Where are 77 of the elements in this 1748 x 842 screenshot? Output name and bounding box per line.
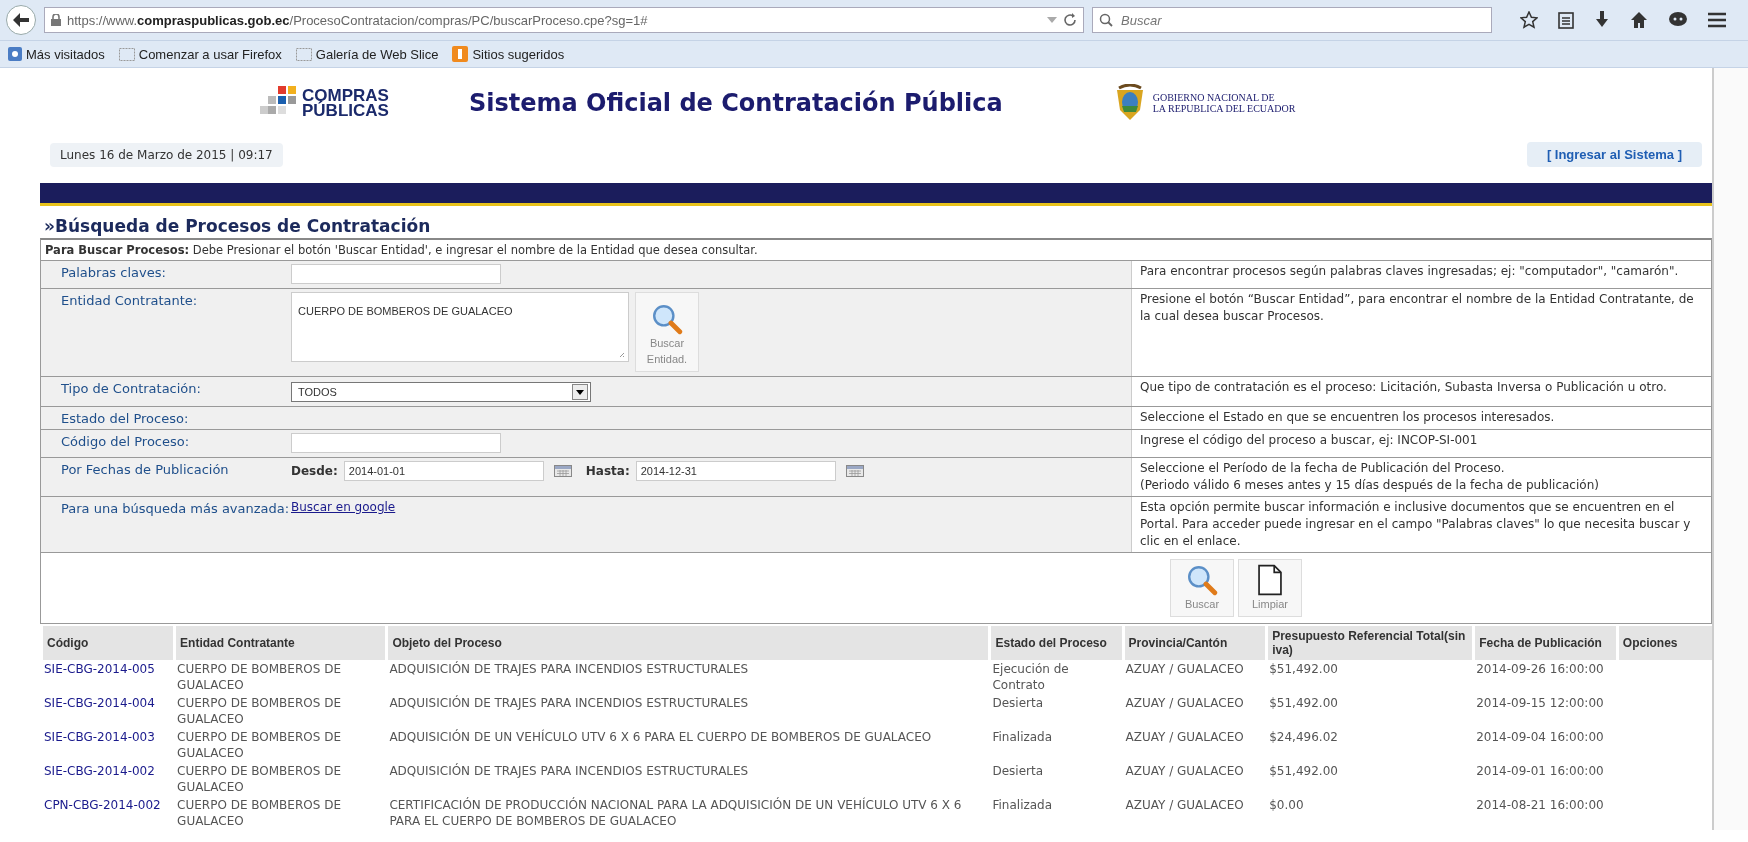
process-code-link[interactable]: SIE-CBG-2014-003 [44, 730, 155, 744]
help-text: Presione el botón “Buscar Entidad”, para encontrar el nombre de la Entidad Contratante, de la cual desea buscar Procesos. [1131, 289, 1711, 376]
field-label: Código del Proceso: [60, 433, 191, 451]
government-text: GOBIERNO NACIONAL DE [1152, 92, 1276, 103]
from-label: Desde: [291, 464, 338, 478]
google-search-link[interactable]: Buscar en google [291, 500, 396, 514]
instructions-text: Para Buscar Procesos: Debe Presionar el botón 'Buscar Entidad', e ingresar el nombre de la Entidad que desea consultar. [41, 240, 1711, 261]
table-cell: Desierta [992, 764, 1044, 778]
table-cell: AZUAY / GUALACEO [1125, 798, 1244, 812]
table-cell: $51,492.00 [1269, 662, 1338, 676]
column-header: Presupuesto Referencial Total(sin iva) [1265, 626, 1473, 660]
table-cell: AZUAY / GUALACEO [1125, 730, 1244, 744]
table-cell: ADQUISICIÓN DE TRAJES PARA INCENDIOS ESTRUCTURALES [389, 696, 749, 710]
table-cell: ADQUISICIÓN DE TRAJES PARA INCENDIOS ESTRUCTURALES [389, 662, 749, 676]
column-header: Estado del Proceso [988, 626, 1122, 660]
column-header: Entidad Contratante [173, 626, 386, 660]
column-header: Fecha de Publicación [1472, 626, 1616, 660]
field-label: Por Fechas de Publicación [60, 461, 230, 479]
column-header: Código [40, 626, 174, 660]
table-cell: $24,496.02 [1269, 730, 1338, 744]
field-label: Estado del Proceso: [60, 410, 190, 428]
government-text: LA REPUBLICA DEL ECUADOR [1152, 103, 1296, 114]
table-cell: AZUAY / GUALACEO [1125, 662, 1244, 676]
bookmark-item[interactable]: Sitios sugeridos [452, 46, 565, 62]
process-code-link[interactable]: SIE-CBG-2014-004 [44, 696, 155, 710]
table-cell: Desierta [992, 696, 1044, 710]
address-bar[interactable]: https://www.compraspublicas.gob.ec/ProcesoContratacion/compras/PC/buscarProceso.cpe?sg=1# [44, 7, 1084, 33]
field-label: Palabras claves: [60, 264, 167, 282]
date-field[interactable]: 2014-12-31 [635, 461, 836, 481]
table-cell: Finalizada [992, 798, 1053, 812]
search-field[interactable]: Buscar [1092, 7, 1492, 33]
table-cell: $51,492.00 [1269, 764, 1338, 778]
table-cell: CERTIFICACIÓN DE PRODUCCIÓN NACIONAL PARA LA ADQUISICIÓN DE UN VEHÍCULO UTV 6 X 6 PARA EL CUERPO DE BOMBEROS DE GUALACEO [389, 798, 962, 828]
table-cell: AZUAY / GUALACEO [1125, 696, 1244, 710]
help-text: Seleccione el Período de la fecha de Publicación del Proceso. (Periodo válido 6 meses antes y 15 días después de la fecha de publicación) [1131, 458, 1711, 496]
process-code-link[interactable]: CPN-CBG-2014-002 [44, 798, 161, 812]
to-label: Hasta: [585, 464, 630, 478]
date-field[interactable]: 2014-01-01 [343, 461, 544, 481]
field-label: Tipo de Contratación: [60, 380, 202, 398]
text-area[interactable]: CUERPO DE BOMBEROS DE GUALACEO [291, 292, 629, 362]
section-title: »Búsqueda de Procesos de Contratación [44, 216, 432, 238]
table-cell: CUERPO DE BOMBEROS DE GUALACEO [177, 798, 341, 828]
process-code-link[interactable]: SIE-CBG-2014-005 [44, 662, 155, 676]
table-cell: Ejecución de Contrato [992, 662, 1069, 692]
help-text: Ingrese el código del proceso a buscar, ej: INCOP-SI-001 [1131, 430, 1711, 457]
table-cell: CUERPO DE BOMBEROS DE GUALACEO [177, 662, 341, 692]
login-link[interactable]: [ Ingresar al Sistema ] [1526, 142, 1702, 167]
help-text: Esta opción permite buscar información e inclusive documentos que se encuentren en el Portal. Para acceder puede ingresar en el campo "Palabras claves" lo que necesita buscar y clic en el enlace. [1131, 497, 1711, 552]
table-cell: CUERPO DE BOMBEROS DE GUALACEO [177, 696, 341, 726]
table-cell: Finalizada [992, 730, 1053, 744]
table-cell: $0.00 [1269, 798, 1304, 812]
table-cell: 2014-09-01 16:00:00 [1476, 764, 1604, 778]
table-cell: ADQUISICIÓN DE UN VEHÍCULO UTV 6 X 6 PARA EL CUERPO DE BOMBEROS DE GUALACEO [389, 730, 932, 744]
table-cell: 2014-08-21 16:00:00 [1476, 798, 1604, 812]
bookmark-item[interactable]: Comenzar a usar Firefox [118, 46, 282, 62]
process-code-link[interactable]: SIE-CBG-2014-002 [44, 764, 155, 778]
date-time: Lunes 16 de Marzo de 2015 | 09:17 [50, 142, 283, 167]
type-dropdown[interactable]: TODOS [291, 382, 591, 402]
bookmark-item[interactable]: Más visitados [8, 46, 105, 62]
column-header: Objeto del Proceso [385, 626, 989, 660]
help-text: Que tipo de contratación es el proceso: Licitación, Subasta Inversa o Publicación u otro. [1131, 377, 1711, 406]
table-cell: 2014-09-04 16:00:00 [1476, 730, 1604, 744]
help-text: Para encontrar procesos según palabras claves ingresadas; ej: "computador", "camarón". [1131, 261, 1711, 288]
table-cell: CUERPO DE BOMBEROS DE GUALACEO [177, 730, 341, 760]
field-label: Entidad Contratante: [60, 292, 199, 310]
logo-text: PÚBLICAS [302, 103, 389, 118]
table-cell: 2014-09-15 12:00:00 [1476, 696, 1604, 710]
table-cell: CUERPO DE BOMBEROS DE GUALACEO [177, 764, 341, 794]
field-label: Para una búsqueda más avanzada: [60, 500, 291, 518]
bookmark-item[interactable]: Galería de Web Slice [295, 46, 439, 62]
table-cell: AZUAY / GUALACEO [1125, 764, 1244, 778]
table-cell: $51,492.00 [1269, 696, 1338, 710]
table-cell: 2014-09-26 16:00:00 [1476, 662, 1604, 676]
search-input[interactable]: Buscar [1119, 11, 1485, 29]
help-text: Seleccione el Estado en que se encuentren los procesos interesados. [1131, 407, 1711, 429]
site-title: Sistema Oficial de Contratación Pública [468, 89, 1003, 117]
table-cell: ADQUISICIÓN DE TRAJES PARA INCENDIOS ESTRUCTURALES [389, 764, 749, 778]
